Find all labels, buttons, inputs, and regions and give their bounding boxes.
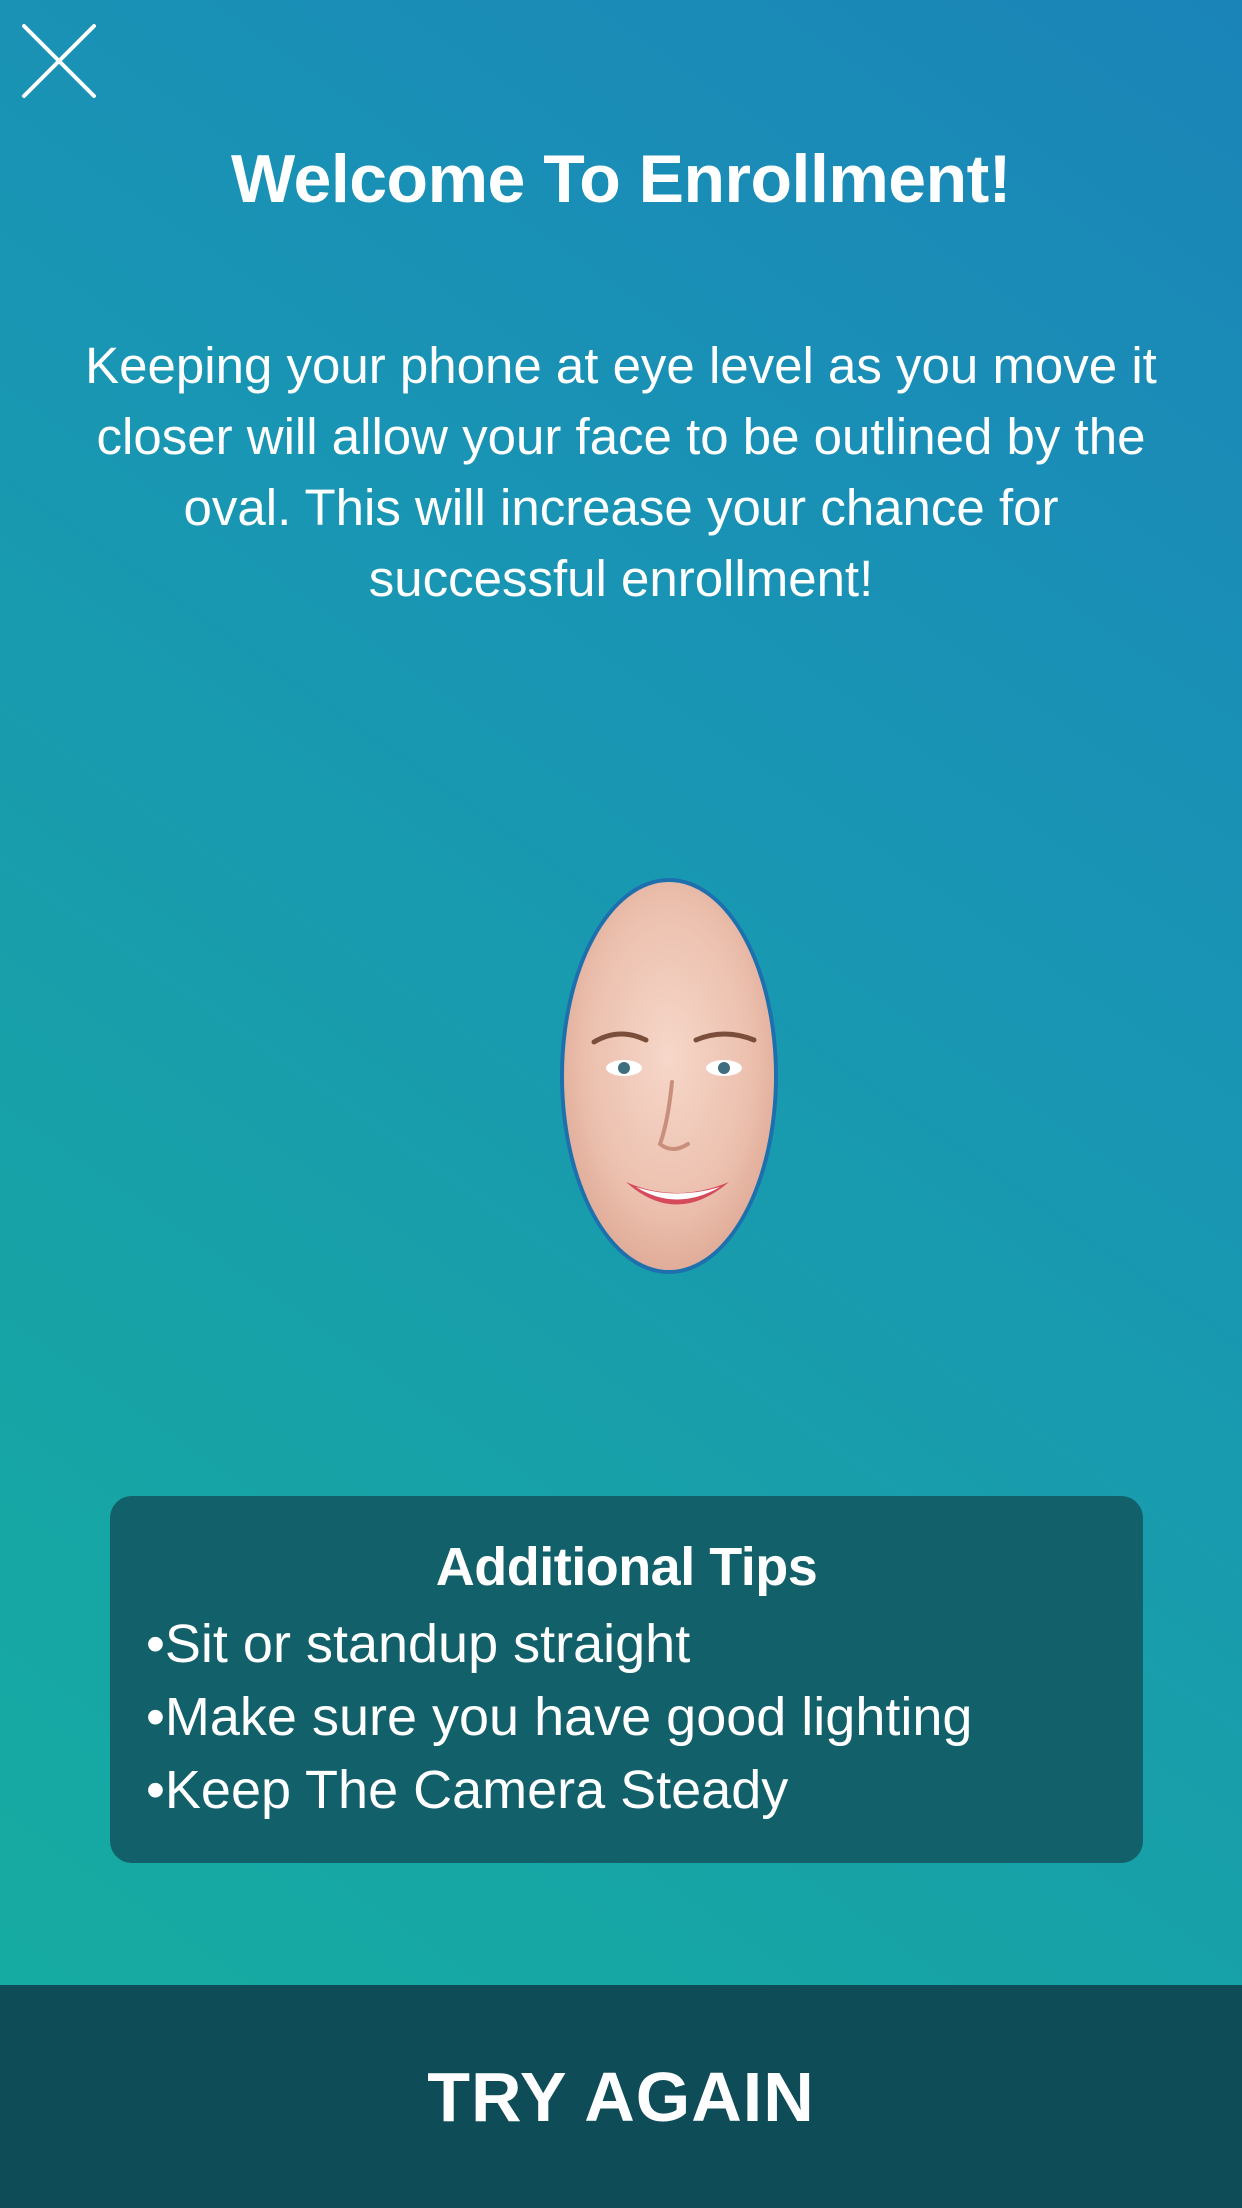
try-again-button[interactable]: TRY AGAIN <box>0 1985 1242 2208</box>
close-button[interactable] <box>18 20 100 102</box>
face-image <box>564 882 774 1270</box>
close-icon <box>22 24 96 98</box>
tip-item: Keep The Camera Steady <box>146 1754 1143 1827</box>
tips-title: Additional Tips <box>435 1537 818 1597</box>
instructions-text: Keeping your phone at eye level as you m… <box>85 337 1157 607</box>
additional-tips-panel: Additional Tips Sit or standup straight … <box>110 1496 1143 1863</box>
tip-item: Make sure you have good lighting <box>146 1681 1143 1754</box>
page-title: Welcome To Enrollment! <box>231 141 1011 217</box>
face-preview-oval <box>560 878 778 1274</box>
tips-list: Sit or standup straight Make sure you ha… <box>110 1608 1143 1827</box>
tip-item: Sit or standup straight <box>146 1608 1143 1681</box>
